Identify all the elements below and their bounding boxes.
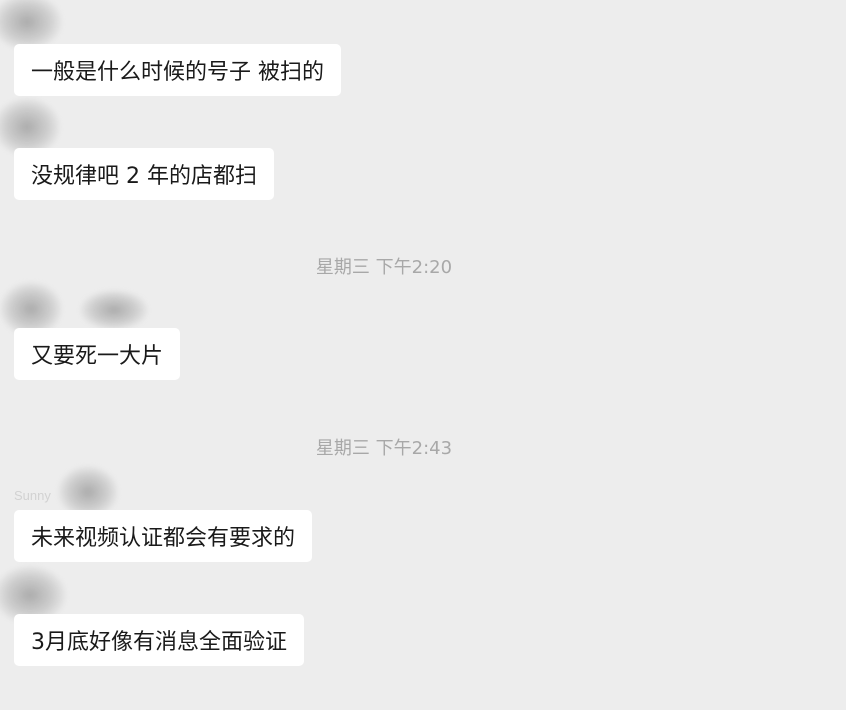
message-bubble[interactable]: 3月底好像有消息全面验证 bbox=[14, 614, 304, 666]
message-text: 未来视频认证都会有要求的 bbox=[31, 526, 296, 551]
message-bubble[interactable]: 未来视频认证都会有要求的 bbox=[14, 510, 313, 562]
message-bubble[interactable]: 一般是什么时候的号子 被扫的 bbox=[14, 44, 341, 96]
message-bubble[interactable]: 又要死一大片 bbox=[14, 328, 181, 380]
message-text: 一般是什么时候的号子 被扫的 bbox=[31, 60, 324, 85]
message-text: 又要死一大片 bbox=[31, 344, 164, 369]
message-text: 3月底好像有消息全面验证 bbox=[31, 630, 287, 655]
chat-timestamp: 星期三 下午2:20 bbox=[315, 257, 453, 278]
message-text: 没规律吧 2 年的店都扫 bbox=[31, 164, 257, 189]
sender-name: Sunny bbox=[14, 488, 51, 503]
chat-conversation: Sunny 一般是什么时候的号子 被扫的 没规律吧 2 年的店都扫 星期三 下午… bbox=[0, 0, 846, 710]
chat-timestamp: 星期三 下午2:43 bbox=[315, 438, 453, 459]
avatar-blurred-1[interactable] bbox=[0, 0, 62, 50]
name-blurred-3 bbox=[80, 290, 148, 330]
message-bubble[interactable]: 没规律吧 2 年的店都扫 bbox=[14, 148, 274, 200]
